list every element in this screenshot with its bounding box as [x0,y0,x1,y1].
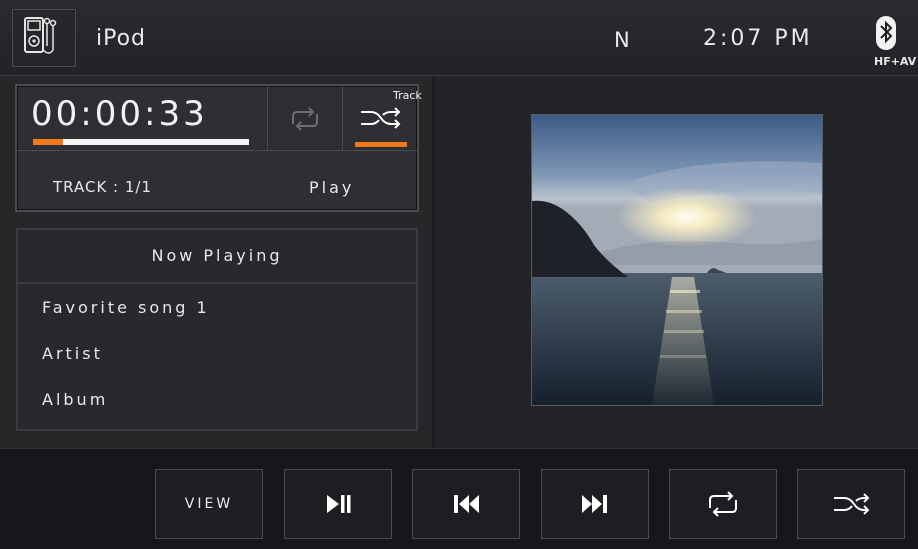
previous-track-icon [454,495,479,513]
view-button-label: VIEW [184,496,234,512]
repeat-icon [709,491,737,517]
previous-track-button[interactable] [412,469,520,539]
playback-status-box: 00:00:33 Track TRACK : 1/1 Play [15,84,422,212]
playback-info-panel: 00:00:33 Track TRACK : 1/1 Play Now Play… [0,76,432,448]
shuffle-mode-label: Track [393,89,422,102]
artist-name: Artist [42,344,103,363]
track-counter: TRACK : 1/1 [53,178,153,196]
status-divider [17,150,417,151]
repeat-button[interactable] [669,469,777,539]
play-pause-button[interactable] [284,469,392,539]
clock: 2:07 PM [703,26,813,51]
shuffle-icon [834,493,870,515]
now-playing-header: Now Playing [18,230,416,284]
top-bar: iPod N 2:07 PM HF+AV [0,0,918,76]
now-playing-box: Now Playing Favorite song 1 Artist Album [16,228,418,431]
shuffle-button[interactable] [797,469,905,539]
source-icon-button[interactable] [12,9,76,67]
next-track-button[interactable] [541,469,649,539]
view-button[interactable]: VIEW [155,469,263,539]
album-name: Album [42,390,109,409]
play-state: Play [309,178,355,197]
elapsed-time-cell: 00:00:33 [17,86,268,150]
next-track-icon [582,495,607,513]
progress-bar-fill [33,139,64,145]
ipod-icon [24,17,57,54]
repeat-status-button[interactable] [267,86,343,150]
play-pause-icon [327,495,351,513]
bluetooth-profile-label: HF+AV [874,55,917,68]
band-indicator: N [614,28,630,52]
song-title: Favorite song 1 [42,298,210,317]
album-art [531,114,823,406]
progress-bar[interactable] [33,139,249,145]
control-bar: VIEW [0,448,918,549]
now-playing-title: Now Playing [151,246,283,265]
album-art-panel [435,76,918,448]
elapsed-time: 00:00:33 [31,94,208,134]
shuffle-status-button[interactable]: Track [343,86,422,150]
shuffle-active-indicator [355,142,407,147]
repeat-icon [292,107,318,131]
app-title: iPod [96,26,147,51]
